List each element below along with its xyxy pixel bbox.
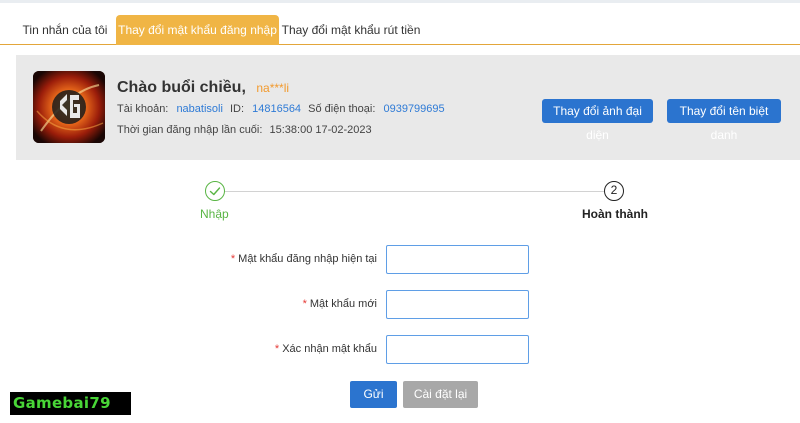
phone-label: Số điện thoại: [308, 103, 376, 115]
greeting: Chào buổi chiều, na***li [117, 79, 289, 97]
user-name: na***li [256, 81, 290, 95]
required-marker: * [230, 253, 236, 265]
required-marker: * [274, 343, 280, 355]
phone-value: 0939799695 [383, 103, 445, 115]
last-login-value: 15:38:00 17-02-2023 [269, 124, 372, 136]
avatar [33, 71, 105, 143]
submit-button[interactable]: Gửi [350, 381, 397, 408]
tab-change-withdraw-password[interactable]: Thay đổi mật khẩu rút tiền [281, 15, 421, 45]
current-password-input[interactable] [386, 245, 529, 274]
last-login-label: Thời gian đăng nhập lần cuối: [117, 124, 263, 136]
id-label: ID: [229, 103, 245, 115]
tab-my-messages[interactable]: Tin nhắn của tôi [16, 15, 114, 45]
last-login-row: Thời gian đăng nhập lần cuối: 15:38:00 1… [117, 124, 372, 136]
new-password-input[interactable] [386, 290, 529, 319]
confirm-password-input[interactable] [386, 335, 529, 364]
check-icon [209, 187, 221, 196]
account-value: nabatisoli [176, 103, 223, 115]
step-2-indicator: 2 [604, 181, 624, 201]
id-value: 14816564 [252, 103, 302, 115]
change-avatar-button[interactable]: Thay đổi ảnh đại diện [542, 99, 653, 142]
step-1-label: Nhập [200, 207, 229, 221]
new-password-label: * Mật khẩu mới [177, 298, 377, 310]
change-nickname-button[interactable]: Thay đổi tên biệt danh [667, 99, 781, 142]
step-2-label: Hoàn thành [582, 207, 648, 221]
confirm-password-label: * Xác nhận mật khẩu [177, 343, 377, 355]
greeting-text: Chào buổi chiều, [117, 79, 246, 96]
current-password-label: * Mật khẩu đăng nhập hiện tại [177, 253, 377, 265]
current-password-label-text: Mật khẩu đăng nhập hiện tại [238, 253, 377, 265]
step-1-indicator [205, 181, 225, 201]
confirm-password-label-text: Xác nhận mật khẩu [282, 343, 377, 355]
top-divider [0, 0, 800, 3]
tab-change-login-password[interactable]: Thay đổi mật khẩu đăng nhập [116, 15, 279, 45]
account-label: Tài khoản: [117, 103, 169, 115]
new-password-label-text: Mật khẩu mới [309, 298, 377, 310]
reset-button[interactable]: Cài đặt lại [403, 381, 478, 408]
watermark-logo: Gamebai79 [10, 392, 131, 415]
profile-panel: Chào buổi chiều, na***li Tài khoản: naba… [16, 55, 800, 160]
gaming-logo-icon [33, 71, 105, 143]
required-marker: * [302, 298, 307, 310]
step-progress-line [222, 191, 604, 192]
account-info-row: Tài khoản: nabatisoli ID: 14816564 Số đi… [117, 103, 449, 115]
